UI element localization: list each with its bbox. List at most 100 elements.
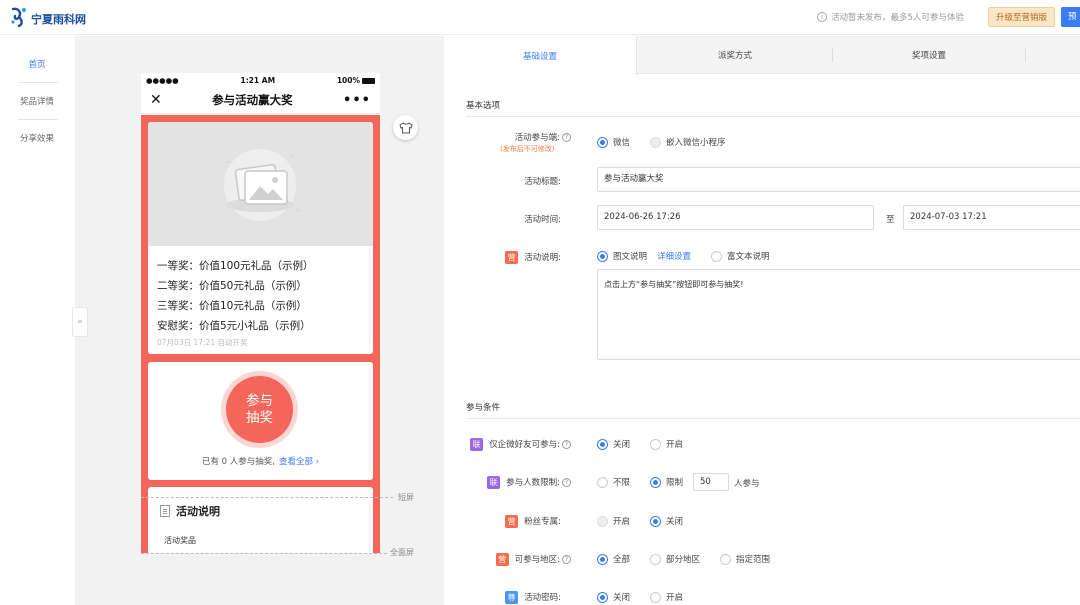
radio-label: 不限 — [613, 478, 631, 488]
radio-dot — [711, 250, 723, 262]
prize-card: 一等奖：价值100元礼品（示例） 二等奖：价值50元礼品（示例） 三等奖：价值1… — [148, 122, 373, 354]
left-nav: 首页 奖品详情 分享效果 — [0, 36, 75, 605]
document-icon — [160, 505, 170, 517]
region-label-text: 可参与地区: — [514, 555, 560, 565]
time-label: 活动时间: — [524, 215, 561, 225]
desc-label: 营活动说明: — [421, 251, 561, 264]
radio-friend-on[interactable]: 开启 — [650, 438, 683, 450]
prize-image-placeholder[interactable] — [148, 122, 373, 246]
radio-dot — [597, 438, 608, 450]
desc-radio-group: 图文说明 详细设置 富文本说明 — [597, 250, 790, 262]
title-input[interactable]: 参与活动赢大奖 — [597, 167, 1080, 192]
limit-unit: 人参与 — [734, 479, 760, 489]
phone-preview: ●●●●● 1:21 AM 100% ✕ 参与活动赢大奖 ••• 一等奖：价值1… — [141, 73, 380, 553]
signal-indicator: ●●●●● — [146, 75, 179, 85]
radio-unlimited[interactable]: 不限 — [597, 476, 630, 488]
view-all-link[interactable]: 查看全部 › — [279, 457, 319, 467]
help-icon[interactable]: ? — [562, 440, 571, 449]
battery-indicator: 100% — [337, 76, 375, 85]
radio-label: 图文说明 — [613, 252, 648, 262]
section-divider — [466, 116, 1080, 117]
platform-radio-group: 微信 嵌入微信小程序 — [597, 136, 746, 148]
fans-label-text: 粉丝专属: — [524, 517, 561, 527]
radio-label: 关闭 — [613, 440, 631, 450]
premium-badge: 尊 — [505, 591, 519, 604]
theme-button[interactable] — [393, 115, 418, 140]
logo[interactable]: 宁夏雨科网 — [10, 6, 86, 28]
radio-label: 富文本说明 — [727, 252, 770, 262]
radio-image-text[interactable]: 图文说明 — [597, 250, 647, 262]
nav-item-prize-details[interactable]: 奖品详情 — [12, 95, 62, 107]
draw-time: 07月03日 17:21 自动开奖 — [157, 338, 248, 347]
radio-label: 全部 — [613, 555, 631, 565]
settings-panel: 基础设置 派奖方式 奖项设置 基本选项 活动参与端:? (发布后不可修改) 微信… — [444, 36, 1080, 605]
draw-button[interactable]: 参与 抽奖 — [226, 376, 293, 443]
limit-label-text: 参与人数限制: — [506, 478, 560, 488]
preview-button[interactable]: 预 — [1061, 7, 1080, 27]
marketing-badge: 营 — [495, 553, 509, 566]
help-icon[interactable]: ? — [562, 133, 571, 142]
tab-award-method[interactable]: 派奖方式 — [637, 36, 833, 74]
friend-only-label: 联仅企微好友可参与:? — [431, 438, 571, 451]
radio-limited[interactable]: 限制 — [650, 476, 683, 488]
info-icon: i — [817, 12, 827, 22]
radio-label: 关闭 — [666, 517, 684, 527]
prize-item: 二等奖：价值50元礼品（示例） — [157, 280, 307, 292]
radio-region-all[interactable]: 全部 — [597, 553, 630, 565]
help-icon[interactable]: ? — [562, 478, 571, 487]
notice-text: 活动暂未发布，最多5人可参与体验 — [831, 13, 964, 23]
detail-settings-link[interactable]: 详细设置 — [657, 250, 691, 262]
radio-password-off[interactable]: 关闭 — [597, 591, 630, 603]
shirt-icon — [398, 121, 413, 133]
password-label-text: 活动密码: — [524, 593, 561, 603]
union-badge: 联 — [470, 438, 484, 451]
phone-page-title: 参与活动赢大奖 — [212, 93, 293, 107]
close-icon[interactable]: ✕ — [150, 92, 162, 108]
radio-dot — [650, 136, 662, 148]
radio-fans-off[interactable]: 关闭 — [650, 515, 683, 527]
radio-label: 嵌入微信小程序 — [666, 138, 726, 148]
joined-count: 已有 0 人参与抽奖, 查看全部 › — [148, 455, 373, 467]
phone-navbar: ✕ 参与活动赢大奖 ••• — [141, 87, 380, 114]
prize-item: 安慰奖：价值5元小礼品（示例） — [157, 320, 311, 332]
radio-fans-on[interactable]: 开启 — [597, 515, 630, 527]
radio-dot — [650, 591, 662, 603]
prize-item: 三等奖：价值10元礼品（示例） — [157, 300, 307, 312]
full-screen-guide — [141, 553, 387, 554]
platform-label: 活动参与端:? — [431, 131, 571, 143]
tab-basic-settings[interactable]: 基础设置 — [444, 36, 637, 75]
radio-rich-text[interactable]: 富文本说明 — [711, 250, 770, 262]
radio-wechat[interactable]: 微信 — [597, 136, 630, 148]
more-icon[interactable]: ••• — [343, 93, 371, 108]
draw-button-line1: 参与 — [246, 392, 273, 409]
radio-label: 部分地区 — [666, 555, 701, 565]
tab-prize-settings[interactable]: 奖项设置 — [833, 36, 1025, 74]
friend-radio-group: 关闭 开启 — [597, 438, 703, 450]
start-time-input[interactable]: 2024-06-26 17:26 — [597, 205, 874, 230]
collapse-toggle[interactable]: « — [72, 307, 88, 337]
help-icon[interactable]: ? — [562, 555, 571, 564]
radio-region-range[interactable]: 指定范围 — [720, 553, 770, 565]
radio-label: 限制 — [666, 478, 684, 488]
nav-item-home[interactable]: 首页 — [12, 58, 62, 70]
description-subtitle: 活动奖品 — [164, 536, 196, 545]
battery-icon — [361, 77, 375, 84]
radio-friend-off[interactable]: 关闭 — [597, 438, 630, 450]
radio-password-on[interactable]: 开启 — [650, 591, 683, 603]
upgrade-button[interactable]: 升级至营销版 — [988, 7, 1055, 27]
title-label: 活动标题: — [524, 177, 561, 187]
nav-item-share-effect[interactable]: 分享效果 — [12, 132, 62, 144]
end-time-input[interactable]: 2024-07-03 17:21 — [903, 205, 1080, 230]
tab-divider — [1025, 48, 1026, 62]
phone-status-bar: ●●●●● 1:21 AM 100% — [141, 73, 380, 87]
radio-dot — [650, 438, 662, 450]
draw-card: 参与 抽奖 已有 0 人参与抽奖, 查看全部 › — [148, 362, 373, 480]
radio-mini-program[interactable]: 嵌入微信小程序 — [650, 136, 726, 148]
description-textarea[interactable]: 点击上方“参与抽奖”按钮即可参与抽奖! — [597, 269, 1080, 360]
password-label: 尊活动密码: — [421, 591, 561, 604]
radio-region-partial[interactable]: 部分地区 — [650, 553, 700, 565]
region-label: 营可参与地区:? — [431, 553, 571, 566]
marketing-badge: 营 — [505, 515, 519, 528]
limit-count-input[interactable]: 50 — [693, 473, 729, 491]
nav-divider — [18, 82, 58, 83]
